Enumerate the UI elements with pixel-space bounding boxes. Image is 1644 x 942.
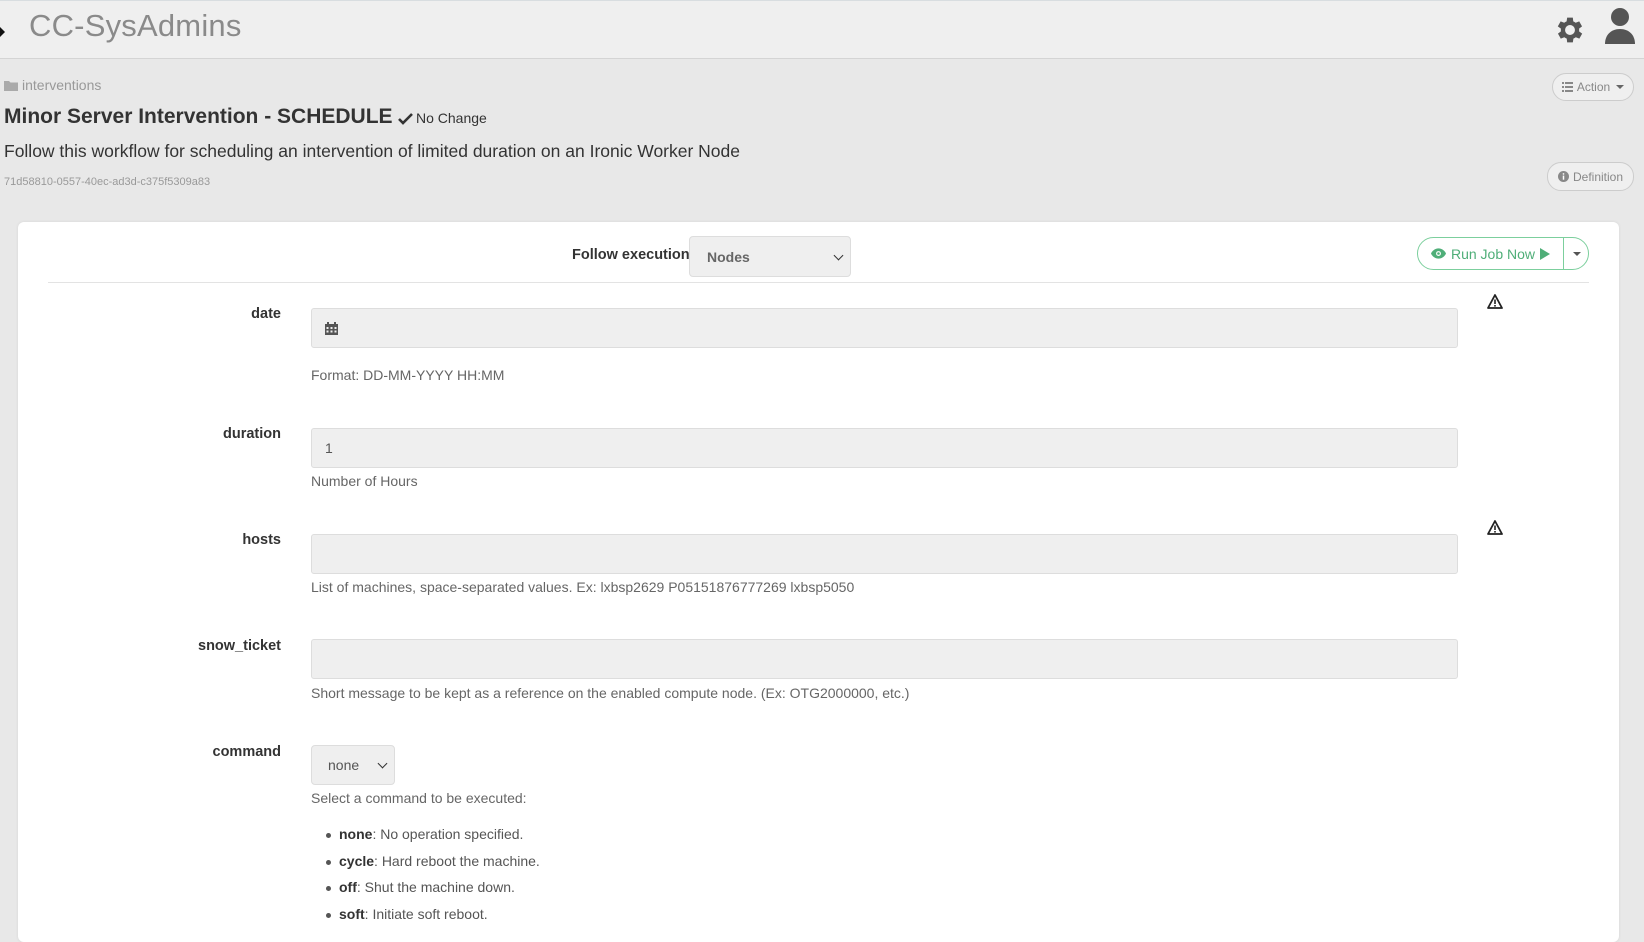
duration-value: 1: [325, 440, 333, 456]
warning-icon: [1487, 520, 1503, 535]
top-navbar: CC-SysAdmins: [0, 0, 1644, 59]
toolbar-divider: [48, 282, 1589, 283]
action-button[interactable]: Action: [1552, 73, 1634, 101]
command-options-list: none: No operation specified. cycle: Har…: [323, 826, 540, 932]
breadcrumb-label[interactable]: interventions: [22, 77, 101, 93]
date-input[interactable]: [311, 308, 1458, 348]
option-name: soft: [339, 905, 365, 922]
status-badge: No Change: [398, 110, 487, 126]
follow-execution-select[interactable]: Nodes: [689, 236, 851, 277]
brand-title[interactable]: CC-SysAdmins: [29, 8, 242, 44]
option-name: cycle: [339, 852, 375, 869]
duration-label: duration: [223, 426, 281, 442]
definition-button-label: Definition: [1572, 169, 1624, 184]
snow-ticket-label: snow_ticket: [198, 638, 281, 654]
eye-icon: [1430, 248, 1446, 259]
caret-down-icon: [1616, 85, 1625, 89]
job-uuid: 71d58810-0557-40ec-ad3d-c375f5309a83: [4, 176, 211, 188]
option-name: none: [339, 826, 373, 842]
action-button-label: Action: [1576, 80, 1611, 94]
list-item: cycle: Hard reboot the machine.: [323, 853, 540, 880]
command-help: Select a command to be executed:: [311, 790, 527, 806]
list-item: off: Shut the machine down.: [323, 879, 540, 906]
option-name: off: [339, 879, 357, 895]
status-label: No Change: [416, 110, 487, 126]
follow-execution-label: Follow execution: [572, 247, 690, 263]
date-help: Format: DD-MM-YYYY HH:MM: [311, 367, 505, 383]
list-icon: [1561, 82, 1573, 92]
duration-help: Number of Hours: [311, 473, 418, 489]
snow-ticket-input[interactable]: [311, 639, 1458, 679]
command-value: none: [328, 757, 360, 773]
snow-ticket-help: Short message to be kept as a reference …: [311, 685, 910, 701]
run-job-dropdown-toggle[interactable]: [1564, 238, 1588, 269]
menu-toggle-icon[interactable]: [0, 27, 5, 37]
list-item: none: No operation specified.: [323, 826, 540, 853]
option-desc: : Hard reboot the machine.: [374, 852, 540, 869]
chevron-down-icon: [833, 250, 844, 260]
command-select[interactable]: none: [311, 745, 395, 785]
duration-input[interactable]: 1: [311, 428, 1458, 468]
chevron-down-icon: [377, 758, 388, 769]
breadcrumb[interactable]: interventions: [4, 77, 101, 93]
caret-down-icon: [1573, 251, 1581, 256]
date-label: date: [251, 306, 281, 322]
checkmark-icon: [398, 112, 413, 125]
list-item: soft: Initiate soft reboot.: [323, 906, 540, 933]
user-icon[interactable]: [1604, 7, 1636, 45]
option-desc: : No operation specified.: [372, 826, 524, 842]
definition-button[interactable]: Definition: [1547, 162, 1634, 191]
play-icon: [1540, 247, 1551, 260]
folder-icon: [4, 80, 18, 91]
run-job-button-group[interactable]: Run Job Now: [1417, 237, 1589, 270]
page-title: Minor Server Intervention - SCHEDULE: [4, 105, 393, 128]
gear-icon[interactable]: [1553, 13, 1587, 47]
run-job-button[interactable]: Run Job Now: [1418, 238, 1564, 269]
option-desc: : Initiate soft reboot.: [364, 905, 488, 922]
command-label: command: [212, 744, 282, 760]
hosts-label: hosts: [242, 532, 281, 548]
hosts-input[interactable]: [311, 534, 1458, 574]
run-job-label: Run Job Now: [1450, 245, 1536, 262]
option-desc: : Shut the machine down.: [356, 879, 515, 895]
info-icon: [1557, 171, 1569, 182]
calendar-icon[interactable]: [325, 321, 338, 335]
follow-execution-value: Nodes: [707, 248, 750, 265]
hosts-help: List of machines, space-separated values…: [311, 579, 855, 595]
warning-icon: [1487, 294, 1503, 309]
page-description: Follow this workflow for scheduling an i…: [4, 141, 741, 161]
